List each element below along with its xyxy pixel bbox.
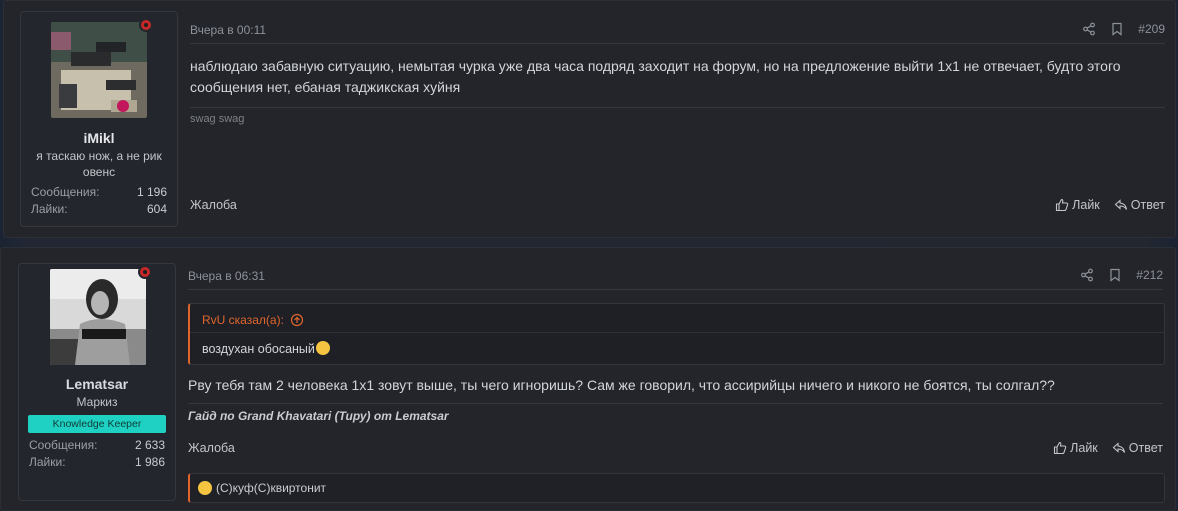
post-actions: #212 [1080,268,1163,282]
bookmark-icon[interactable] [1110,22,1124,36]
post-message: Рву тебя там 2 человека 1х1 зовут выше, … [188,377,1055,393]
bookmark-icon[interactable] [1108,268,1122,282]
user-card: iMikl я таскаю нож, а не рик овенс Сообщ… [20,11,178,227]
reactions-text: (С)куф(С)квиртонит [216,481,327,495]
divider [190,43,1165,44]
reply-icon [1114,199,1127,210]
stat-messages: Сообщения: 2 633 [29,438,165,452]
post-signature: swag swag [190,113,245,125]
stat-value: 1 196 [136,185,167,199]
post-message: наблюдаю забавную ситуацию, немытая чурк… [190,58,1121,95]
reply-icon [1112,442,1125,453]
forum-post: Lematsar Маркиз Knowledge Keeper Сообщен… [0,247,1176,511]
rofl-emoji-icon [315,341,330,355]
post-signature[interactable]: Гайд по Grand Khavatari (Тиру) от Lemats… [188,409,449,423]
thumbs-up-icon [1054,441,1067,455]
reaction-actions: Лайк Ответ [1055,198,1165,212]
user-card: Lematsar Маркиз Knowledge Keeper Сообщен… [18,263,176,501]
reply-label: Ответ [1128,441,1163,455]
user-badge: Knowledge Keeper [28,415,166,433]
like-label: Лайк [1072,198,1100,212]
quote-block: RvU сказал(а): воздухан обосаный [188,303,1165,365]
like-button[interactable]: Лайк [1055,198,1100,212]
stat-label: Лайки: [31,202,68,216]
divider [190,107,1165,108]
arrow-up-circle-icon[interactable] [290,313,304,327]
reactions-bar[interactable]: (С)куф(С)квиртонит [188,473,1165,503]
quote-text: воздухан обосаный [202,341,330,356]
reply-button[interactable]: Ответ [1112,441,1163,455]
like-label: Лайк [1070,441,1098,455]
report-link[interactable]: Жалоба [190,198,237,212]
reaction-actions: Лайк Ответ [1053,441,1163,455]
stat-label: Сообщения: [29,438,98,452]
report-link[interactable]: Жалоба [188,441,235,455]
online-status-icon [139,18,153,32]
laughing-emoji-icon [198,481,212,495]
post-time[interactable]: Вчера в 06:31 [188,269,265,287]
reply-button[interactable]: Ответ [1114,198,1165,212]
quote-text-label: воздухан обосаный [202,342,315,356]
username[interactable]: Lematsar [19,376,175,392]
stat-label: Лайки: [29,455,66,469]
forum-post: iMikl я таскаю нож, а не рик овенс Сообщ… [3,0,1176,238]
divider [190,332,1164,333]
quote-author-label: RvU сказал(а): [202,313,284,327]
post-number[interactable]: #212 [1136,268,1163,282]
divider [188,403,1163,404]
post-time[interactable]: Вчера в 00:11 [190,23,266,41]
user-title: я таскаю нож, а не рик овенс [36,149,162,179]
stat-likes: Лайки: 604 [31,202,167,216]
stat-label: Сообщения: [31,185,100,199]
reply-label: Ответ [1130,198,1165,212]
divider [188,289,1163,290]
avatar[interactable] [50,269,146,365]
stat-value: 604 [146,202,167,216]
post-actions: #209 [1082,22,1165,36]
quote-author[interactable]: RvU сказал(а): [202,313,304,327]
stat-value: 1 986 [134,455,165,469]
online-status-icon [138,265,152,279]
user-title: Маркиз [76,395,118,409]
like-button[interactable]: Лайк [1053,441,1098,455]
stat-likes: Лайки: 1 986 [29,455,165,469]
thumbs-up-icon [1056,198,1069,212]
username[interactable]: iMikl [21,130,177,146]
share-icon[interactable] [1082,22,1096,36]
share-icon[interactable] [1080,268,1094,282]
avatar[interactable] [51,22,147,118]
stat-messages: Сообщения: 1 196 [31,185,167,199]
stat-value: 2 633 [134,438,165,452]
post-number[interactable]: #209 [1138,22,1165,36]
